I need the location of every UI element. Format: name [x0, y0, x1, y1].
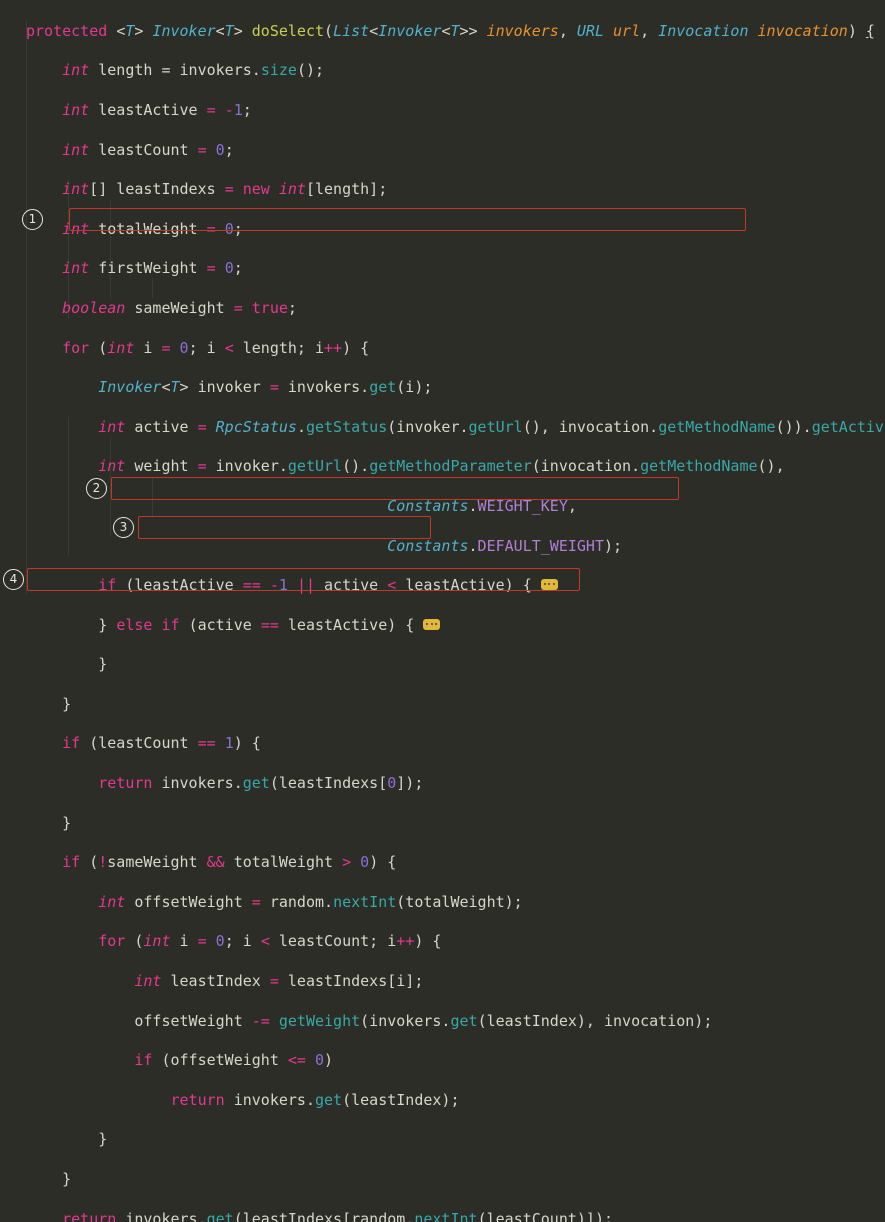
code-line: int leastIndex = leastIndexs[i]; [134, 972, 424, 991]
annotation-label: 1 [28, 212, 37, 226]
code-line: int active = RpcStatus.getStatus(invoker… [98, 417, 885, 436]
code-line: int[] leastIndexs = new int[length]; [62, 180, 388, 199]
code-line: for (int i = 0; i < length; i++) { [62, 338, 370, 357]
code-line: int leastActive = -1; [62, 100, 252, 119]
code-line: } else if (active == leastActive) { [0, 616, 885, 636]
code-line: Invoker<T> invoker = invokers.get(i); [98, 378, 433, 397]
code-line: } [62, 813, 72, 832]
code-line: } [98, 655, 108, 674]
annotation-label: 2 [92, 481, 101, 495]
code-line: int length = invokers.size(); [62, 61, 325, 80]
code-line: if (leastCount == 1) { [62, 734, 261, 753]
annotation-label: 4 [9, 572, 18, 586]
code-line: } [98, 1130, 108, 1149]
code-editor[interactable]: protected <T> Invoker<T> doSelect(List<I… [0, 0, 885, 1222]
code-line: for (int i = 0; i < leastCount; i++) { [98, 932, 442, 951]
code-line: } [62, 694, 72, 713]
code-line: int totalWeight = 0; [62, 219, 243, 238]
code-line: int leastCount = 0; [62, 140, 234, 159]
code-line: offsetWeight -= getWeight(invokers.get(l… [134, 1011, 713, 1030]
code-line: int offsetWeight = random.nextInt(totalW… [98, 892, 523, 911]
annotation-marker-1: 1 [22, 209, 43, 230]
code-line: Constants.WEIGHT_KEY, [387, 496, 577, 515]
code-line: protected <T> Invoker<T> doSelect(List<I… [26, 21, 875, 40]
annotation-label: 3 [119, 520, 128, 534]
code-text: protected <T> Invoker<T> doSelect(List<I… [0, 2, 885, 1222]
annotation-marker-3: 3 [113, 517, 134, 538]
code-line: return invokers.get(leastIndex); [170, 1090, 460, 1109]
code-line: Constants.DEFAULT_WEIGHT); [387, 536, 623, 555]
code-line: if (!sameWeight && totalWeight > 0) { [62, 853, 397, 872]
code-fold-marker[interactable] [423, 618, 441, 630]
code-line: if (offsetWeight <= 0) [134, 1051, 334, 1070]
code-fold-marker[interactable] [540, 579, 558, 591]
code-line: if (leastActive == -1 || active < leastA… [0, 576, 885, 596]
code-line: } [62, 1170, 72, 1189]
annotation-marker-2: 2 [86, 478, 107, 499]
annotation-marker-4: 4 [3, 569, 24, 590]
code-line: int weight = invoker.getUrl().getMethodP… [98, 457, 785, 476]
code-line: int firstWeight = 0; [62, 259, 243, 278]
code-line: boolean sameWeight = true; [62, 298, 297, 317]
code-line: return invokers.get(leastIndexs[random.n… [62, 1209, 614, 1222]
code-line: return invokers.get(leastIndexs[0]); [98, 774, 424, 793]
